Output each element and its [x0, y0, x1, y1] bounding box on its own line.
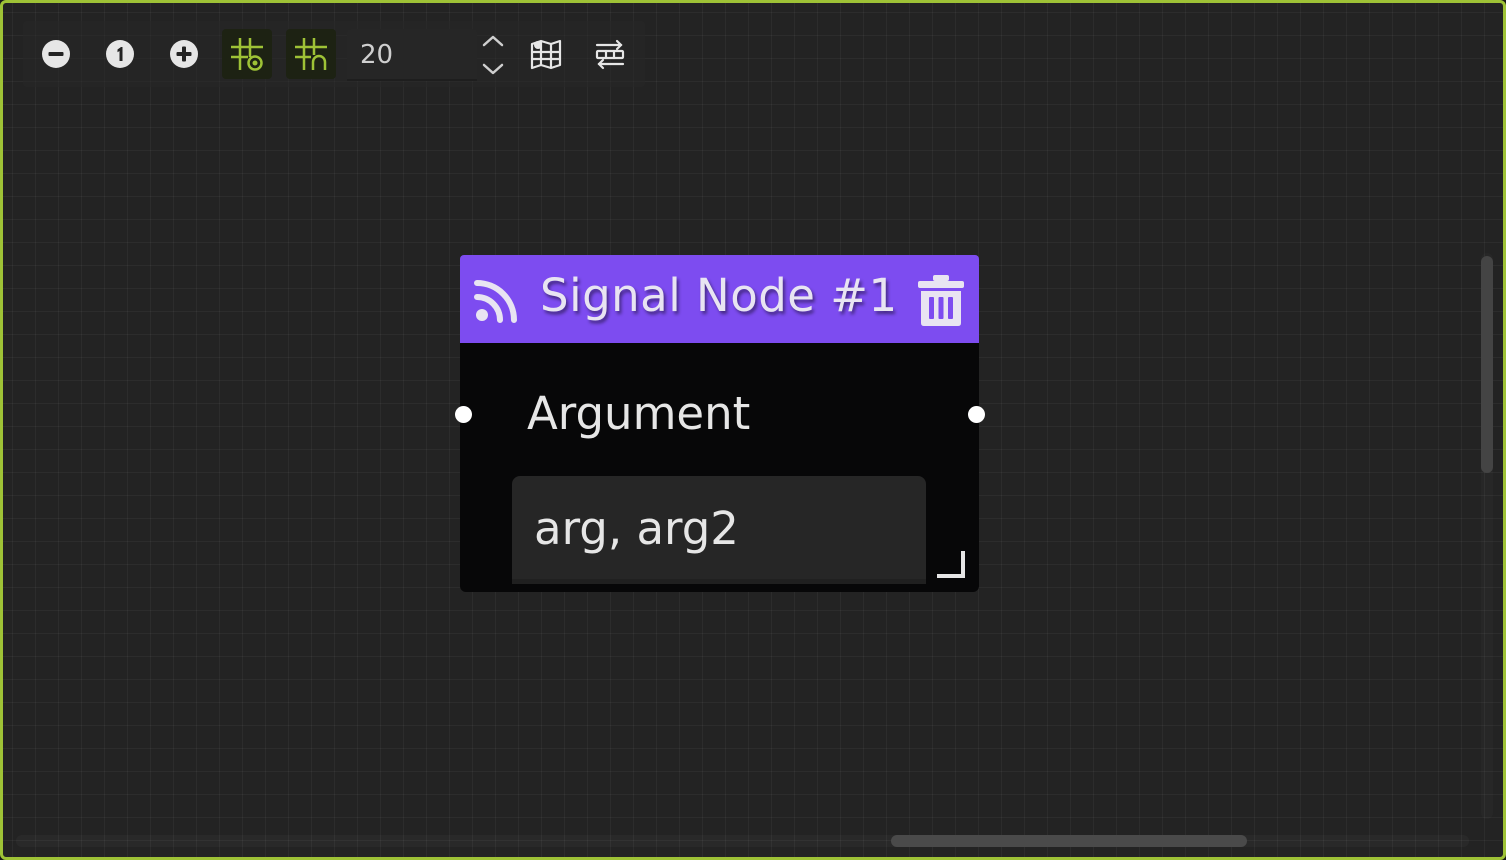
zoom-reset-button[interactable]: [95, 29, 145, 79]
graph-edit-canvas[interactable]: 20 Signal Node #1 Argument arg, arg2: [0, 0, 1506, 860]
grid-snap-icon: [230, 37, 264, 71]
snap-distance-value: 20: [360, 40, 394, 70]
zoom-in-button[interactable]: [159, 29, 209, 79]
trash-icon[interactable]: [916, 273, 966, 331]
node-header[interactable]: Signal Node #1: [460, 255, 979, 343]
show-grid-toggle[interactable]: [286, 29, 336, 79]
snap-distance-spinner: [479, 29, 507, 81]
one-circle-icon: [105, 39, 135, 69]
argument-label: Argument: [527, 387, 751, 440]
rss-icon: [474, 277, 520, 327]
vertical-scrollbar-thumb[interactable]: [1481, 256, 1493, 473]
arrange-nodes-icon: [593, 37, 627, 71]
grid-toggle-icon: [294, 37, 328, 71]
minus-circle-icon: [41, 39, 71, 69]
node-title: Signal Node #1: [540, 269, 898, 322]
horizontal-scrollbar-track[interactable]: [16, 835, 1469, 847]
snap-distance-spinbox[interactable]: 20: [347, 29, 477, 81]
snap-grid-toggle[interactable]: [222, 29, 272, 79]
horizontal-scrollbar-thumb[interactable]: [891, 835, 1247, 847]
output-port[interactable]: [968, 406, 985, 423]
input-port[interactable]: [455, 406, 472, 423]
argument-value: arg, arg2: [534, 502, 739, 555]
zoom-out-button[interactable]: [31, 29, 81, 79]
spin-down-button[interactable]: [479, 55, 507, 81]
resize-handle-icon[interactable]: [934, 547, 968, 585]
chevron-down-icon: [479, 63, 507, 85]
arrange-nodes-button[interactable]: [585, 29, 635, 79]
minimap-icon: [529, 37, 563, 71]
minimap-button[interactable]: [521, 29, 571, 79]
graph-toolbar: 20: [23, 21, 645, 87]
spin-up-button[interactable]: [479, 29, 507, 55]
signal-node[interactable]: Signal Node #1 Argument arg, arg2: [455, 255, 985, 592]
plus-circle-icon: [169, 39, 199, 69]
argument-input[interactable]: arg, arg2: [512, 476, 926, 584]
